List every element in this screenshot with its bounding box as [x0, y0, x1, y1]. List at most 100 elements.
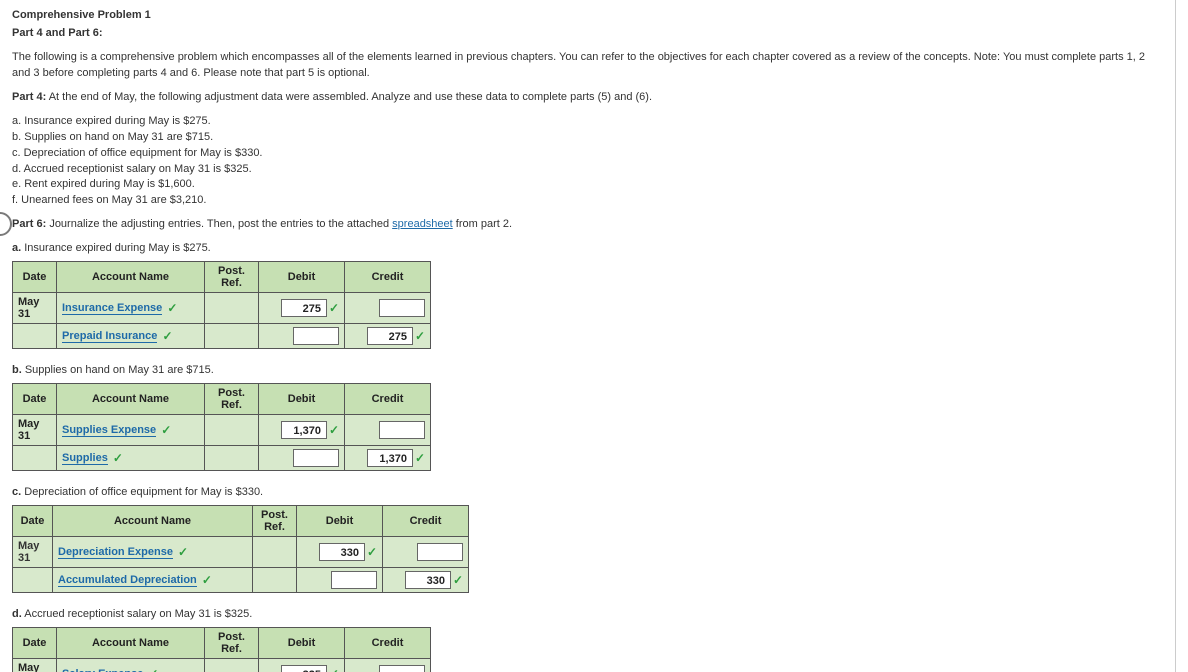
col-date-header: Date — [13, 384, 57, 415]
col-date-header: Date — [13, 506, 53, 537]
postref-cell — [205, 415, 259, 446]
postref-cell — [205, 293, 259, 324]
adj-item: e. Rent expired during May is $1,600. — [12, 177, 1163, 193]
credit-input[interactable] — [379, 299, 425, 317]
part6-text-pre: Journalize the adjusting entries. Then, … — [49, 218, 392, 230]
debit-input[interactable]: 330 — [319, 543, 365, 561]
entry-letter: d. — [12, 608, 22, 620]
account-dropdown[interactable]: Prepaid Insurance — [62, 330, 157, 343]
col-credit-header: Credit — [383, 506, 469, 537]
col-credit-header: Credit — [345, 262, 431, 293]
date-cell: May 31 — [13, 293, 57, 324]
table-row: Supplies ✓1,370✓ — [13, 446, 431, 471]
check-icon: ✓ — [415, 451, 425, 465]
credit-input[interactable] — [379, 421, 425, 439]
col-postref-header: Post. Ref. — [205, 628, 259, 659]
account-cell: Supplies Expense ✓ — [57, 415, 205, 446]
entry-prompt: c. Depreciation of office equipment for … — [12, 485, 1163, 501]
debit-input[interactable]: 275 — [281, 299, 327, 317]
col-acct-header: Account Name — [57, 384, 205, 415]
account-cell: Insurance Expense ✓ — [57, 293, 205, 324]
col-debit-header: Debit — [259, 384, 345, 415]
table-row: May 31Supplies Expense ✓1,370✓ — [13, 415, 431, 446]
account-dropdown[interactable]: Insurance Expense — [62, 302, 162, 315]
account-dropdown[interactable]: Accumulated Depreciation — [58, 574, 197, 587]
debit-cell — [297, 568, 383, 593]
adj-item: f. Unearned fees on May 31 are $3,210. — [12, 193, 1163, 209]
account-cell: Prepaid Insurance ✓ — [57, 324, 205, 349]
debit-cell — [259, 324, 345, 349]
part6-text-post: from part 2. — [453, 218, 512, 230]
debit-cell: 325✓ — [259, 659, 345, 672]
adj-item: b. Supplies on hand on May 31 are $715. — [12, 130, 1163, 146]
credit-cell — [345, 415, 431, 446]
col-acct-header: Account Name — [57, 262, 205, 293]
check-icon: ✓ — [148, 667, 158, 672]
adj-item: d. Accrued receptionist salary on May 31… — [12, 162, 1163, 178]
part4-line: Part 4: At the end of May, the following… — [12, 90, 1163, 106]
adjustment-list: a. Insurance expired during May is $275.… — [12, 114, 1163, 210]
entry-prompt: d. Accrued receptionist salary on May 31… — [12, 607, 1163, 623]
col-postref-header: Post.Ref. — [253, 506, 297, 537]
postref-cell — [253, 537, 297, 568]
journal-table: DateAccount NamePost. Ref.DebitCreditMay… — [12, 627, 431, 672]
credit-input[interactable] — [417, 543, 463, 561]
account-dropdown[interactable]: Depreciation Expense — [58, 546, 173, 559]
table-row: May 31Insurance Expense ✓275✓ — [13, 293, 431, 324]
debit-input[interactable] — [293, 449, 339, 467]
col-acct-header: Account Name — [57, 628, 205, 659]
debit-cell — [259, 446, 345, 471]
date-cell — [13, 446, 57, 471]
journal-table: DateAccount NamePost.Ref.DebitCreditMay … — [12, 505, 469, 593]
check-icon: ✓ — [329, 667, 339, 672]
content-scroll-area[interactable]: Comprehensive Problem 1 Part 4 and Part … — [0, 0, 1176, 672]
table-row: May 31Salary Expense ✓325✓ — [13, 659, 431, 672]
account-cell: Salary Expense ✓ — [57, 659, 205, 672]
check-icon: ✓ — [367, 545, 377, 559]
credit-cell: 330✓ — [383, 568, 469, 593]
debit-cell: 275✓ — [259, 293, 345, 324]
journal-entry-block: d. Accrued receptionist salary on May 31… — [12, 607, 1163, 672]
credit-cell — [345, 293, 431, 324]
debit-input[interactable]: 1,370 — [281, 421, 327, 439]
account-cell: Accumulated Depreciation ✓ — [53, 568, 253, 593]
debit-input[interactable] — [293, 327, 339, 345]
intro-paragraph: The following is a comprehensive problem… — [12, 50, 1163, 82]
check-icon: ✓ — [178, 545, 188, 559]
date-cell: May 31 — [13, 415, 57, 446]
check-icon: ✓ — [113, 451, 123, 465]
account-cell: Supplies ✓ — [57, 446, 205, 471]
col-acct-header: Account Name — [53, 506, 253, 537]
postref-cell — [205, 659, 259, 672]
postref-cell — [205, 446, 259, 471]
credit-input[interactable] — [379, 665, 425, 672]
date-cell — [13, 324, 57, 349]
debit-input[interactable] — [331, 571, 377, 589]
col-date-header: Date — [13, 262, 57, 293]
adj-item: c. Depreciation of office equipment for … — [12, 146, 1163, 162]
col-debit-header: Debit — [259, 262, 345, 293]
account-cell: Depreciation Expense ✓ — [53, 537, 253, 568]
spreadsheet-link[interactable]: spreadsheet — [392, 218, 453, 230]
account-dropdown[interactable]: Supplies Expense — [62, 424, 156, 437]
credit-input[interactable]: 275 — [367, 327, 413, 345]
debit-cell: 330✓ — [297, 537, 383, 568]
credit-input[interactable]: 1,370 — [367, 449, 413, 467]
col-date-header: Date — [13, 628, 57, 659]
date-cell — [13, 568, 53, 593]
debit-cell: 1,370✓ — [259, 415, 345, 446]
check-icon: ✓ — [162, 329, 172, 343]
debit-input[interactable]: 325 — [281, 665, 327, 672]
account-dropdown[interactable]: Supplies — [62, 452, 108, 465]
table-row: Prepaid Insurance ✓275✓ — [13, 324, 431, 349]
check-icon: ✓ — [329, 301, 339, 315]
problem-subtitle: Part 4 and Part 6: — [12, 26, 1163, 42]
check-icon: ✓ — [161, 423, 171, 437]
credit-input[interactable]: 330 — [405, 571, 451, 589]
credit-cell: 275✓ — [345, 324, 431, 349]
adj-item: a. Insurance expired during May is $275. — [12, 114, 1163, 130]
problem-title: Comprehensive Problem 1 — [12, 8, 1163, 24]
entry-letter: c. — [12, 486, 21, 498]
col-postref-header: Post. Ref. — [205, 384, 259, 415]
account-dropdown[interactable]: Salary Expense — [62, 668, 143, 672]
